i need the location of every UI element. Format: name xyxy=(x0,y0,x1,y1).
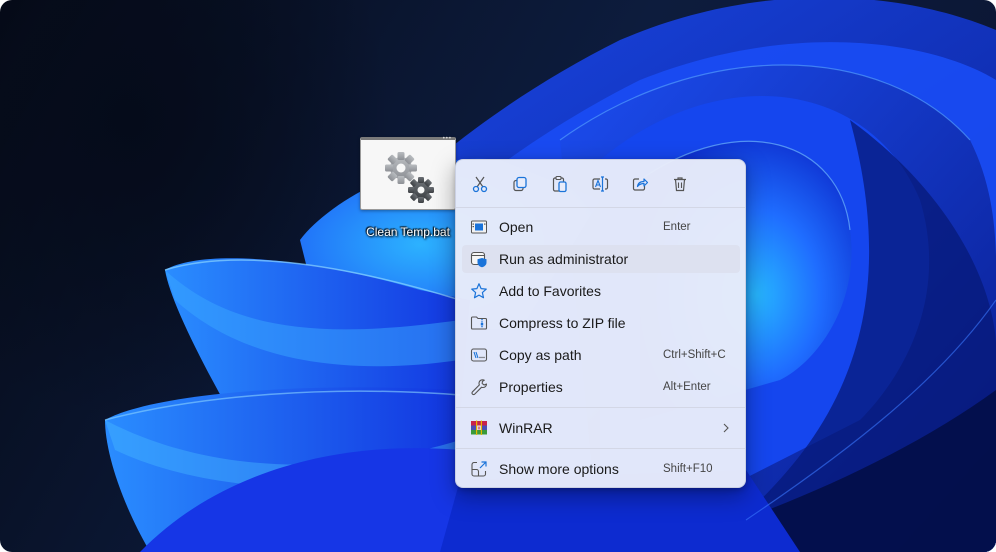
open-window-icon xyxy=(471,220,487,234)
menu-item-label: Add to Favorites xyxy=(499,283,601,299)
scissors-icon xyxy=(472,176,488,193)
menu-item-compress-to-zip[interactable]: Compress to ZIP file xyxy=(462,309,740,337)
batch-file-gears-icon: ••• xyxy=(360,136,456,210)
admin-shield-icon xyxy=(470,251,487,268)
menu-item-label: Open xyxy=(499,219,534,235)
menu-item-winrar[interactable]: WinRAR xyxy=(462,414,740,442)
menu-item-shortcut: Ctrl+Shift+C xyxy=(663,349,726,361)
menu-divider xyxy=(456,448,745,449)
share-icon xyxy=(632,178,649,191)
copy-icon xyxy=(513,176,527,192)
wrench-icon xyxy=(471,379,488,396)
trash-icon xyxy=(674,177,686,192)
context-menu-toolbar xyxy=(456,160,745,207)
menu-item-run-as-administrator[interactable]: Run as administrator xyxy=(462,245,740,273)
share-button[interactable] xyxy=(625,170,655,198)
menu-item-label: Properties xyxy=(499,379,563,395)
menu-item-shortcut: Alt+Enter xyxy=(663,381,711,393)
rename-button[interactable] xyxy=(585,170,615,198)
chevron-right-icon xyxy=(723,423,729,433)
copy-path-icon xyxy=(470,348,488,362)
paste-icon xyxy=(552,175,567,193)
menu-item-label: Compress to ZIP file xyxy=(499,315,626,331)
menu-item-add-to-favorites[interactable]: Add to Favorites xyxy=(462,277,740,305)
desktop-file-label: Clean Temp.bat xyxy=(366,225,450,239)
menu-item-label: WinRAR xyxy=(499,420,553,436)
menu-divider xyxy=(456,407,745,408)
menu-item-label: Copy as path xyxy=(499,347,582,363)
menu-item-shortcut: Shift+F10 xyxy=(663,463,713,475)
menu-item-label: Show more options xyxy=(499,461,619,477)
menu-item-copy-as-path[interactable]: Copy as path Ctrl+Shift+C xyxy=(462,341,740,369)
menu-item-show-more-options[interactable]: Show more options Shift+F10 xyxy=(462,455,740,483)
desktop[interactable]: ••• Clean Temp.bat Open Enter Run as adm… xyxy=(0,0,996,552)
paste-button[interactable] xyxy=(545,170,575,198)
cut-button[interactable] xyxy=(465,170,495,198)
rename-icon xyxy=(592,176,609,192)
menu-item-open[interactable]: Open Enter xyxy=(462,213,740,241)
menu-item-label: Run as administrator xyxy=(499,251,629,267)
menu-divider xyxy=(456,207,745,208)
star-icon xyxy=(471,283,487,299)
menu-item-shortcut: Enter xyxy=(663,221,691,233)
winrar-icon xyxy=(471,420,487,435)
menu-item-properties[interactable]: Properties Alt+Enter xyxy=(462,373,740,401)
delete-button[interactable] xyxy=(665,170,695,198)
copy-button[interactable] xyxy=(505,170,535,198)
zip-folder-icon xyxy=(470,316,488,330)
show-more-icon xyxy=(471,461,487,477)
gears-icon xyxy=(385,152,434,203)
context-menu: Open Enter Run as administrator Add to F… xyxy=(455,159,746,488)
